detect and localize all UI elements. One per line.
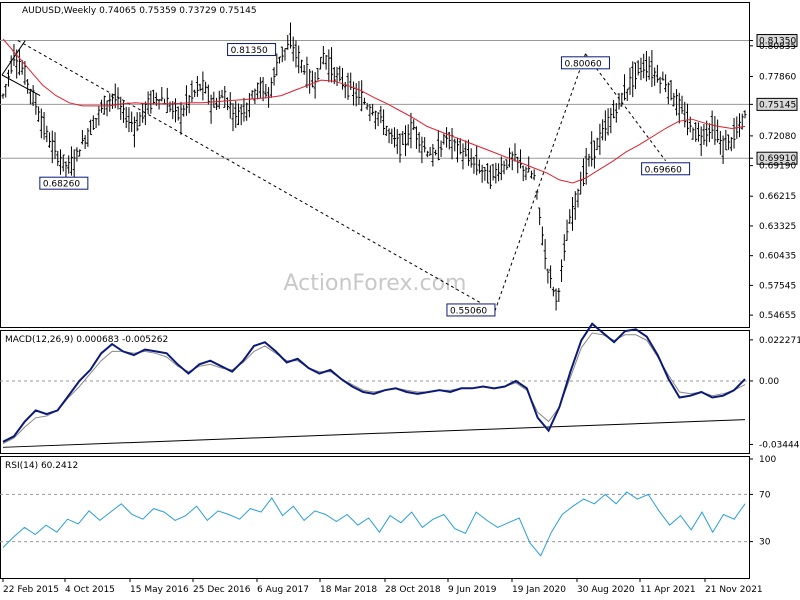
- xtick-label: 9 Jun 2019: [448, 585, 497, 595]
- chart-window: AUDUSD,Weekly 0.74065 0.75359 0.73729 0.…: [0, 0, 800, 600]
- ytick-label: 0.022271: [759, 336, 800, 346]
- ytick-label: 0.69190: [759, 162, 796, 172]
- ytick-label: 0.77860: [759, 72, 796, 82]
- ytick-label: 0.75145: [759, 100, 796, 110]
- annotation-label: 0.69660: [645, 165, 682, 175]
- ytick-label: 0.66215: [759, 192, 796, 202]
- rsi-title: RSI(14) 60.2412: [5, 461, 78, 471]
- annotation-label: 0.80060: [564, 59, 601, 69]
- xtick-label: 18 Mar 2018: [320, 585, 377, 595]
- ytick-label: 0.60435: [759, 252, 796, 262]
- annotation-label: 0.55060: [450, 306, 487, 316]
- price-header: AUDUSD,Weekly 0.74065 0.75359 0.73729 0.…: [22, 6, 257, 16]
- xtick-label: 22 Feb 2015: [3, 585, 59, 595]
- xtick-label: 28 Oct 2018: [385, 585, 441, 595]
- ytick-label: 30: [759, 538, 771, 548]
- xtick-label: 4 Oct 2015: [65, 585, 115, 595]
- ytick-label: 70: [759, 490, 771, 500]
- annotation-label: 0.81350: [231, 46, 268, 56]
- xtick-label: 21 Nov 2021: [705, 585, 763, 595]
- xtick-label: 30 Aug 2020: [577, 585, 635, 595]
- ytick-label: 0.63325: [759, 222, 796, 232]
- xtick-label: 15 May 2016: [130, 585, 189, 595]
- annotation-label: 0.68260: [43, 180, 80, 190]
- macd-title: MACD(12,26,9) 0.000683 -0.005262: [5, 335, 168, 345]
- ytick-label: 0.80835: [759, 42, 796, 52]
- ytick-label: 100: [759, 455, 776, 465]
- xtick-label: 11 Apr 2021: [640, 585, 696, 595]
- chart-svg: AUDUSD,Weekly 0.74065 0.75359 0.73729 0.…: [0, 0, 800, 600]
- xtick-label: 6 Aug 2017: [257, 585, 309, 595]
- background: [0, 0, 800, 600]
- ytick-label: 0.54655: [759, 311, 796, 321]
- ytick-label: -0.03444: [759, 440, 800, 450]
- xtick-label: 25 Dec 2016: [193, 585, 251, 595]
- xtick-label: 19 Jan 2020: [512, 585, 566, 595]
- ytick-label: 0.57545: [759, 281, 796, 291]
- watermark: ActionForex.com: [284, 271, 467, 296]
- ytick-label: 0.00: [759, 377, 779, 387]
- ytick-label: 0.72080: [759, 132, 796, 142]
